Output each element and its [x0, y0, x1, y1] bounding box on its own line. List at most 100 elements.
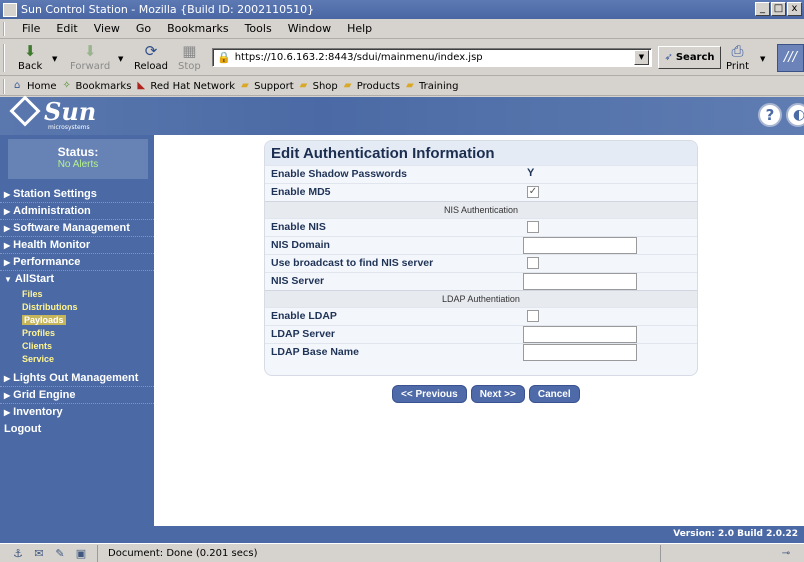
nav-sub-profiles[interactable]: Profiles [0, 327, 154, 340]
bookmarks-toolbar: ⌂ Home ✧ Bookmarks ◣ Red Hat Network ▰ Suppo… [0, 77, 804, 96]
enable-md5-checkbox[interactable]: ✓ [527, 185, 539, 198]
expand-arrow-icon: ▶ [4, 240, 11, 250]
nav-inventory[interactable]: ▶ Inventory [0, 404, 154, 421]
bookmark-red-hat-network[interactable]: ◣ Red Hat Network [137, 81, 235, 92]
secure-lock-icon: 🔒 [217, 51, 231, 64]
bookmark-label: Products [356, 80, 400, 92]
mozilla-throbber-icon[interactable]: /// [777, 44, 804, 72]
help-button[interactable]: ? [758, 103, 782, 127]
print-button[interactable]: ⎙ Print [726, 42, 749, 73]
nis-domain-input[interactable] [523, 237, 637, 255]
bookmark-home[interactable]: ⌂ Home [14, 81, 57, 92]
forward-button[interactable]: ⬇ Forward [70, 42, 110, 73]
row-ldap-server: LDAP Server [265, 325, 697, 344]
window-controls: _ □ x [755, 2, 802, 16]
info-button[interactable]: ◐ [786, 103, 804, 127]
window-menu-icon[interactable] [3, 2, 17, 17]
enable-md5-label: Enable MD5 [271, 185, 331, 198]
nav-sub-label: Clients [22, 341, 53, 351]
nav-sub-files[interactable]: Files [0, 288, 154, 301]
nav-list: ▶ Station Settings ▶ Administration ▶ Softw… [0, 186, 154, 438]
toolbar-grip[interactable] [3, 22, 8, 36]
menu-bookmarks[interactable]: Bookmarks [159, 22, 236, 35]
nav-software-management[interactable]: ▶ Software Management [0, 220, 154, 237]
previous-button[interactable]: << Previous [392, 385, 467, 403]
nav-allstart[interactable]: ▼ AllStart [0, 271, 154, 288]
sun-logo[interactable]: Sun [9, 95, 96, 127]
row-enable-nis: Enable NIS [265, 218, 697, 236]
cancel-button[interactable]: Cancel [528, 385, 580, 403]
menu-edit[interactable]: Edit [48, 22, 85, 35]
url-history-dropdown[interactable]: ▼ [634, 50, 649, 65]
online-status-icon[interactable]: ⊸ [768, 548, 804, 559]
status-box[interactable]: Status: No Alerts [8, 139, 148, 179]
nav-lights-out-management[interactable]: ▶ Lights Out Management [0, 370, 154, 387]
nav-sub-distributions[interactable]: Distributions [0, 301, 154, 314]
menu-help[interactable]: Help [339, 22, 380, 35]
folder-icon: ▰ [299, 80, 308, 91]
reload-button[interactable]: ⟳ Reload [134, 43, 168, 73]
menu-go[interactable]: Go [128, 22, 159, 35]
menu-tools[interactable]: Tools [237, 22, 280, 35]
ldap-server-input[interactable] [523, 326, 637, 344]
mail-icon[interactable]: ✉ [31, 547, 47, 560]
menu-file[interactable]: File [14, 22, 48, 35]
bookmark-training[interactable]: ▰ Training [406, 81, 458, 92]
nis-server-input[interactable] [523, 272, 637, 290]
status-title: Status: [57, 145, 99, 159]
bookmark-products[interactable]: ▰ Products [344, 81, 400, 92]
minimize-button[interactable]: _ [755, 2, 770, 16]
nav-logout[interactable]: Logout [0, 421, 154, 438]
enable-nis-checkbox[interactable] [527, 221, 539, 234]
nav-sub-service[interactable]: Service [0, 353, 154, 366]
navigator-icon[interactable]: ⚓ [10, 547, 26, 560]
ldap-base-input[interactable] [523, 343, 637, 361]
toolbar-grip[interactable] [3, 44, 8, 72]
print-icon: ⎙ [731, 42, 744, 60]
toolbar-grip[interactable] [3, 79, 8, 94]
nav-performance[interactable]: ▶ Performance [0, 254, 154, 271]
close-button[interactable]: x [787, 2, 802, 16]
use-broadcast-checkbox[interactable] [527, 256, 539, 269]
nav-sub-payloads[interactable]: Payloads [0, 314, 154, 327]
enable-ldap-checkbox[interactable] [527, 310, 539, 323]
address-book-icon[interactable]: ▣ [73, 547, 89, 560]
progress-area [660, 544, 768, 562]
stop-button[interactable]: ▦ Stop [178, 42, 201, 73]
forward-arrow-icon: ⬇ [83, 42, 97, 60]
menu-window[interactable]: Window [280, 22, 339, 35]
forward-dropdown-icon[interactable]: ▼ [118, 55, 123, 63]
folder-icon: ▰ [343, 80, 352, 91]
enable-ldap-label: Enable LDAP [271, 310, 337, 323]
maximize-button[interactable]: □ [771, 2, 786, 16]
nav-sub-clients[interactable]: Clients [0, 340, 154, 353]
ldap-base-label: LDAP Base Name [271, 345, 359, 358]
bookmark-shop[interactable]: ▰ Shop [300, 81, 338, 92]
red-hat-icon: ◣ [137, 80, 146, 91]
version-label: Version: 2.0 Build 2.0.22 [154, 526, 804, 543]
bookmark-bookmarks[interactable]: ✧ Bookmarks [63, 81, 132, 92]
nav-grid-engine[interactable]: ▶ Grid Engine [0, 387, 154, 404]
nav-sub-label: Payloads [22, 315, 66, 325]
composer-icon[interactable]: ✎ [52, 547, 68, 560]
stop-label: Stop [178, 61, 201, 72]
back-button[interactable]: ⬇ Back [18, 43, 42, 73]
nav-administration[interactable]: ▶ Administration [0, 203, 154, 220]
menu-view[interactable]: View [86, 22, 128, 35]
expand-arrow-icon: ▶ [4, 373, 11, 383]
search-button[interactable]: ➶ Search [658, 46, 721, 69]
stop-icon: ▦ [182, 42, 197, 60]
next-button[interactable]: Next >> [470, 385, 525, 403]
bookmark-label: Training [418, 80, 459, 92]
collapse-arrow-icon: ▼ [4, 275, 12, 284]
bookmark-support[interactable]: ▰ Support [241, 81, 294, 92]
url-field[interactable]: 🔒 https://10.6.163.2:8443/sdui/mainmenu/… [212, 48, 652, 67]
nav-health-monitor[interactable]: ▶ Health Monitor [0, 237, 154, 254]
enable-shadow-value: Y [527, 167, 535, 179]
nis-section-header: NIS Authentication [265, 200, 697, 219]
back-dropdown-icon[interactable]: ▼ [52, 55, 57, 63]
status-value: No Alerts [57, 159, 99, 170]
nav-station-settings[interactable]: ▶ Station Settings [0, 186, 154, 203]
row-enable-md5: Enable MD5 ✓ [265, 182, 697, 201]
print-dropdown-icon[interactable]: ▼ [760, 55, 765, 63]
